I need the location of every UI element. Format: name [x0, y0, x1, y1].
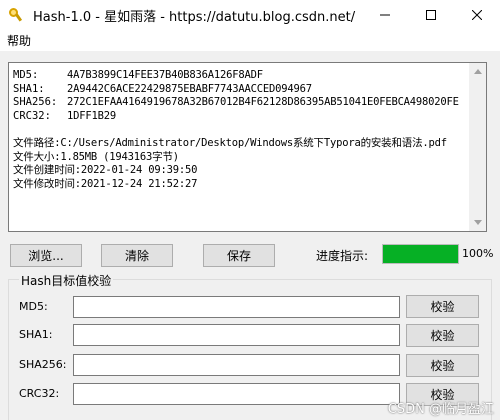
maximize-button[interactable] [408, 0, 454, 30]
watermark: CSDN @临月盈江 [387, 402, 494, 417]
window-controls [362, 0, 500, 30]
verify-sha1-button[interactable]: 校验 [406, 324, 479, 347]
browse-button[interactable]: 浏览... [10, 244, 82, 267]
menu-bar: 帮助 [0, 30, 500, 52]
clear-button[interactable]: 清除 [101, 244, 173, 267]
hash-label: SHA1: [13, 82, 45, 95]
vertical-scrollbar[interactable] [469, 63, 486, 231]
minimize-button[interactable] [362, 0, 408, 30]
sha1-target-input[interactable] [73, 324, 400, 346]
verify-sha256-button[interactable]: 校验 [406, 354, 479, 377]
close-icon [472, 10, 482, 20]
hash-label: CRC32: [13, 109, 51, 122]
hash-value: 272C1EFAA4164919678A32B67012B4F62128D863… [67, 96, 459, 109]
hash-row-md5: MD5: 4A7B3899C14FEE37B40B836A126F8ADF [13, 69, 482, 83]
key-icon [8, 7, 24, 23]
md5-target-input[interactable] [73, 296, 400, 318]
hash-label: MD5: [13, 69, 39, 81]
scroll-up-icon[interactable] [470, 63, 486, 80]
hash-row-sha256: SHA256: 272C1EFAA4164919678A32B67012B4F6… [13, 96, 482, 110]
hash-value: 1DFF1B29 [67, 109, 116, 122]
hash-value: 4A7B3899C14FEE37B40B836A126F8ADF [67, 69, 263, 81]
progress-fill [383, 245, 458, 263]
progress-label: 进度指示: [316, 249, 369, 263]
file-size: 文件大小:1.85MB (1943163字节) [13, 150, 179, 163]
hash-value: 2A9442C6ACE22429875EBABF7743AACCED094967 [67, 82, 312, 95]
menu-help[interactable]: 帮助 [0, 30, 38, 52]
hash-output-area[interactable]: MD5: 4A7B3899C14FEE37B40B836A126F8ADF SH… [8, 62, 487, 232]
save-button[interactable]: 保存 [203, 244, 275, 267]
minimize-icon [380, 14, 390, 16]
file-modified-time: 文件修改时间:2021-12-24 21:52:27 [13, 177, 198, 190]
scroll-down-icon[interactable] [470, 214, 486, 231]
verify-label-md5: MD5: [19, 300, 48, 313]
window-title: Hash-1.0 - 星如雨落 - https://datutu.blog.cs… [33, 9, 356, 25]
hash-label: SHA256: [13, 96, 58, 109]
verify-label-crc32: CRC32: [19, 387, 60, 400]
hash-row-crc32: CRC32: 1DFF1B29 [13, 110, 482, 124]
verify-md5-button[interactable]: 校验 [406, 295, 479, 318]
verify-label-sha256: SHA256: [19, 358, 67, 371]
file-created-time: 文件创建时间:2022-01-24 09:39:50 [13, 164, 198, 177]
sha256-target-input[interactable] [73, 354, 400, 376]
close-button[interactable] [454, 0, 500, 30]
progress-bar [382, 244, 459, 264]
maximize-icon [426, 10, 436, 20]
progress-percent: 100% [462, 247, 494, 260]
hash-row-sha1: SHA1: 2A9442C6ACE22429875EBABF7743AACCED… [13, 83, 482, 97]
scroll-track[interactable] [472, 80, 484, 214]
group-title: Hash目标值校验 [19, 272, 114, 289]
crc32-target-input[interactable] [73, 383, 400, 405]
verify-label-sha1: SHA1: [19, 328, 53, 341]
file-path: 文件路径:C:/Users/Administrator/Desktop/Wind… [13, 136, 447, 149]
title-bar[interactable]: Hash-1.0 - 星如雨落 - https://datutu.blog.cs… [0, 0, 500, 30]
